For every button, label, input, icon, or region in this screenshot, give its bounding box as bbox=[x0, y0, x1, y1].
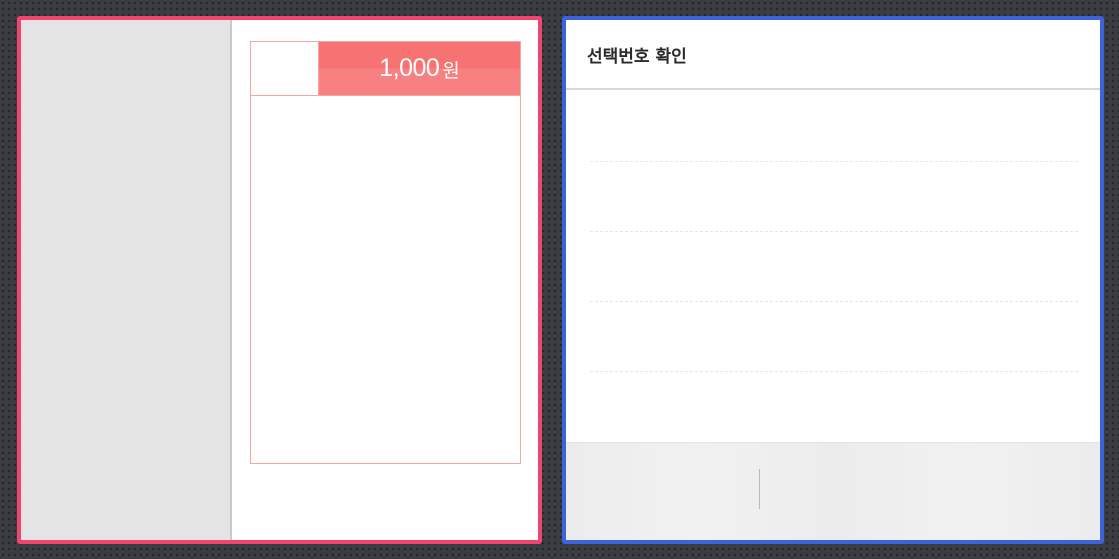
slip-card-header: 1,000 원 bbox=[251, 42, 520, 96]
selected-number-row-b bbox=[590, 162, 1078, 232]
lottery-slip-panel: 1,000 원 bbox=[17, 16, 542, 544]
number-grid-area[interactable] bbox=[251, 96, 520, 463]
price-amount: 1,000 bbox=[379, 54, 440, 82]
price-unit: 원 bbox=[442, 61, 460, 82]
slip-footer bbox=[250, 464, 521, 540]
confirm-panel: 선택번호 확인 bbox=[562, 16, 1104, 544]
slip-card: 1,000 원 bbox=[250, 41, 521, 464]
selected-number-row-d bbox=[590, 302, 1078, 372]
selected-number-row-a bbox=[590, 92, 1078, 162]
selected-numbers-list bbox=[590, 92, 1078, 442]
slip-game-label-cell bbox=[251, 42, 319, 95]
selected-number-row-e bbox=[590, 372, 1078, 442]
footer-button-right[interactable] bbox=[833, 443, 1100, 540]
selected-number-row-c bbox=[590, 232, 1078, 302]
confirm-footer bbox=[566, 442, 1100, 540]
footer-divider bbox=[759, 469, 760, 509]
confirm-title: 선택번호 확인 bbox=[587, 46, 687, 67]
confirm-header: 선택번호 확인 bbox=[566, 20, 1100, 90]
footer-button-left[interactable] bbox=[566, 443, 833, 540]
price-tag: 1,000 원 bbox=[319, 42, 520, 95]
slip-side-area bbox=[21, 20, 232, 540]
